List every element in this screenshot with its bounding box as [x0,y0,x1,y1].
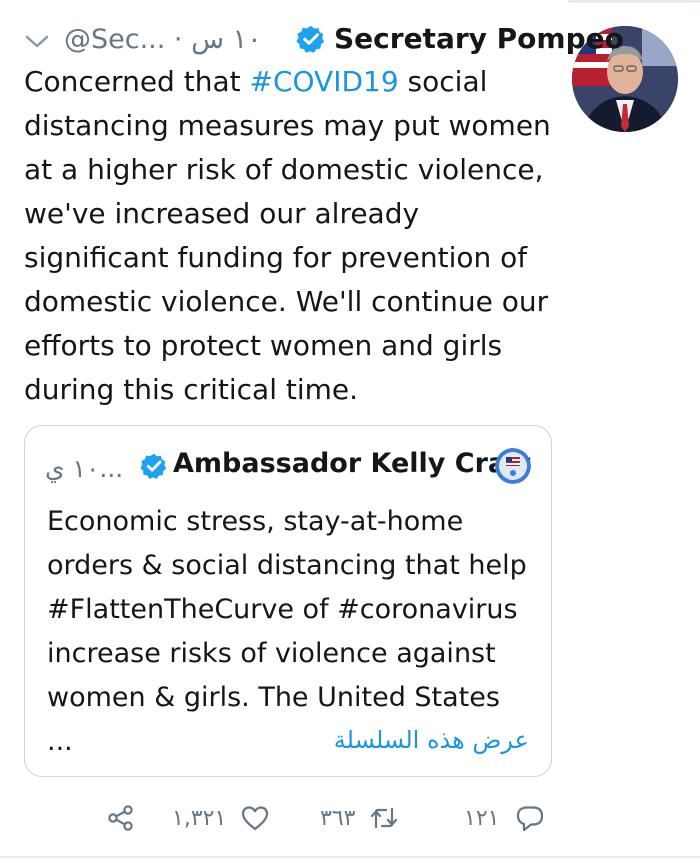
tweet[interactable]: @Sec... · ١٠ س Secretary Pompeo Concerne… [0,0,700,865]
retweet-count: ٣٦٣ [320,805,356,831]
reply-count: ١٢١ [464,805,500,831]
display-name[interactable]: Secretary Pompeo [334,22,624,55]
tweet-text-start: Concerned that [24,65,250,98]
retweet-button[interactable]: ٣٦٣ [320,795,399,841]
hashtag-link[interactable]: #COVID19 [249,65,398,98]
bottom-divider [0,856,700,858]
quoted-tweet-text: Economic stress, stay-at-home orders & s… [47,506,527,757]
like-button[interactable]: ١,٣٢١ [172,795,270,841]
tweet-header: @Sec... · ١٠ س Secretary Pompeo [24,20,624,60]
tweet-text-end: social distancing measures may put women… [24,65,551,406]
chevron-down-icon[interactable] [24,32,50,52]
share-icon [108,805,133,831]
quoted-tweet-header: ١٠ ي... Ambassador Kelly Craft [45,446,537,486]
usun-seal-avatar [495,448,531,484]
reply-button[interactable]: ١٢١ [464,795,545,841]
handle-and-time[interactable]: @Sec... · ١٠ س [64,24,262,55]
verified-badge-icon [140,453,167,479]
tweet-actions: ١,٣٢١ ٣٦٣ ١٢١ [100,795,560,845]
tweet-text: Concerned that #COVID19 social distancin… [24,60,564,412]
verified-badge-icon [296,25,325,53]
quoted-tweet-time: ١٠ ي... [45,454,124,483]
quoted-display-name[interactable]: Ambassador Kelly Craft [173,448,531,479]
show-thread-link[interactable]: عرض هذه السلسلة [334,726,529,754]
reply-icon [517,806,544,832]
heart-icon [242,806,269,831]
quoted-avatar[interactable] [495,448,531,484]
retweet-icon [371,807,398,829]
like-count: ١,٣٢١ [172,805,227,831]
quoted-tweet-card[interactable]: ١٠ ي... Ambassador Kelly Craft Economic … [24,425,552,777]
share-button[interactable] [106,795,136,841]
